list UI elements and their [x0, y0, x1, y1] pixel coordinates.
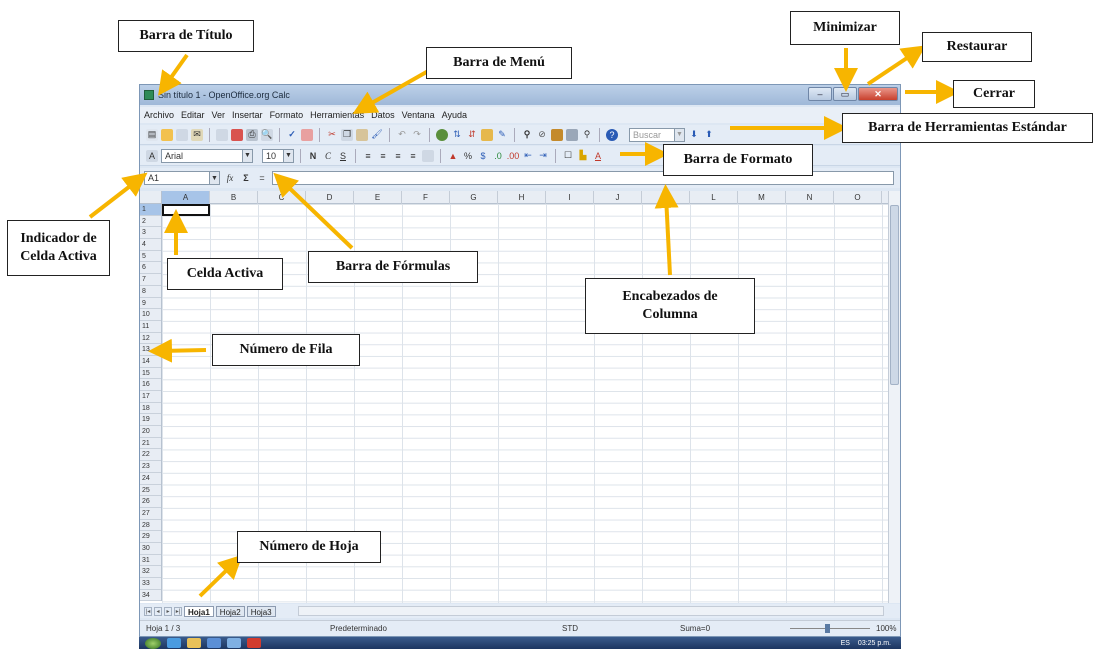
arrow-indicador — [88, 172, 148, 219]
label-text: Número de Fila — [239, 341, 333, 357]
label-text: Indicador de — [20, 230, 97, 246]
arrow-titulo — [158, 53, 189, 96]
label-indicador-celda: Indicador de Celda Activa — [7, 220, 110, 276]
label-text: Barra de Fórmulas — [335, 258, 451, 274]
label-celda-activa: Celda Activa — [167, 258, 283, 290]
annotation-arrows — [88, 45, 960, 598]
arrow-restaurar — [866, 45, 926, 86]
label-barra-formulas: Barra de Fórmulas — [308, 251, 478, 283]
arrow-encabezados — [654, 184, 679, 276]
label-numero-hoja: Número de Hoja — [237, 531, 381, 563]
label-text: Minimizar — [813, 19, 877, 35]
label-barra-titulo: Barra de Título — [118, 20, 254, 52]
label-text: Barra de Formato — [683, 151, 793, 167]
label-cerrar: Cerrar — [953, 80, 1035, 108]
label-text: Columna — [642, 307, 698, 322]
label-text: Celda Activa — [20, 249, 97, 264]
label-text: Número de Hoja — [259, 538, 359, 554]
label-text: Cerrar — [973, 85, 1015, 101]
label-text: Restaurar — [946, 38, 1008, 54]
label-text: Barra de Herramientas Estándar — [868, 119, 1067, 135]
label-encabezados-columna: Encabezados de Columna — [585, 278, 755, 334]
label-numero-fila: Número de Fila — [212, 334, 360, 366]
label-barra-menu: Barra de Menú — [426, 47, 572, 79]
arrow-hoja — [198, 554, 243, 598]
arrow-fila — [148, 338, 207, 363]
label-text: Encabezados de — [622, 288, 718, 304]
arrow-menu — [352, 68, 431, 114]
label-text: Barra de Menú — [453, 54, 545, 70]
label-barra-herramientas: Barra de Herramientas Estándar — [842, 113, 1093, 143]
label-minimizar: Minimizar — [790, 11, 900, 45]
label-text: Celda Activa — [186, 265, 264, 281]
arrow-formulas — [273, 172, 354, 250]
label-restaurar: Restaurar — [922, 32, 1032, 62]
label-text: Barra de Título — [139, 27, 233, 43]
label-barra-formato: Barra de Formato — [663, 144, 813, 176]
